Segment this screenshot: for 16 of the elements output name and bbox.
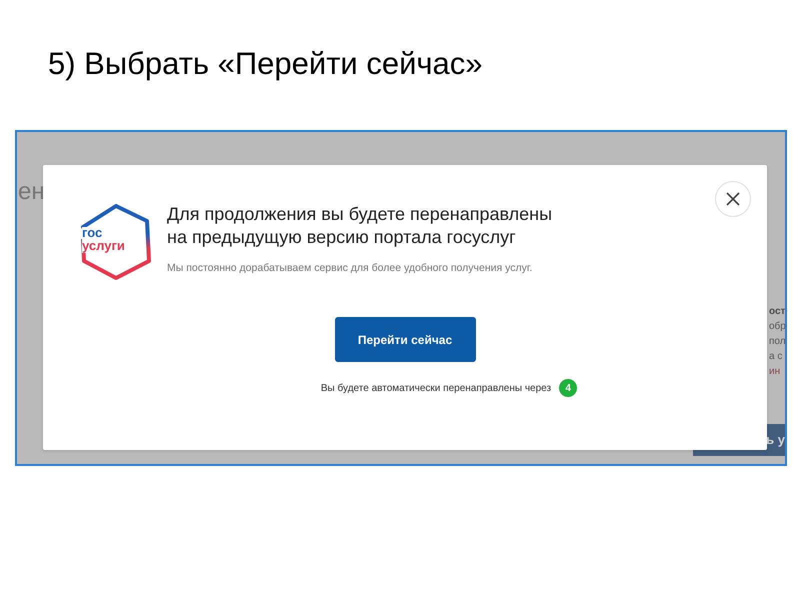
page-text: ост bbox=[769, 305, 785, 319]
modal-subtitle: Мы постоянно дорабатываем сервис для более удобного получения услуг. bbox=[167, 261, 534, 275]
go-now-button[interactable]: Перейти сейчас bbox=[334, 317, 476, 362]
page-text: а с bbox=[769, 350, 784, 364]
close-icon bbox=[726, 192, 740, 206]
countdown-text: Вы будете автоматически перенаправлены через bbox=[320, 382, 552, 396]
countdown-badge: 4 bbox=[559, 379, 578, 397]
slide-title: 5) Выбрать «Перейти сейчас» bbox=[48, 45, 483, 83]
close-button[interactable] bbox=[715, 181, 751, 217]
logo-text: услуги bbox=[82, 239, 125, 253]
modal-title: на предыдущую версию портала госуслуг bbox=[167, 226, 517, 249]
logo-text: гос bbox=[82, 227, 104, 239]
page-text: ин bbox=[769, 365, 782, 379]
page-text: пол bbox=[769, 335, 785, 349]
page-heading: ен bbox=[18, 178, 45, 206]
modal-title: Для продолжения вы будете перенаправлены bbox=[167, 203, 552, 226]
